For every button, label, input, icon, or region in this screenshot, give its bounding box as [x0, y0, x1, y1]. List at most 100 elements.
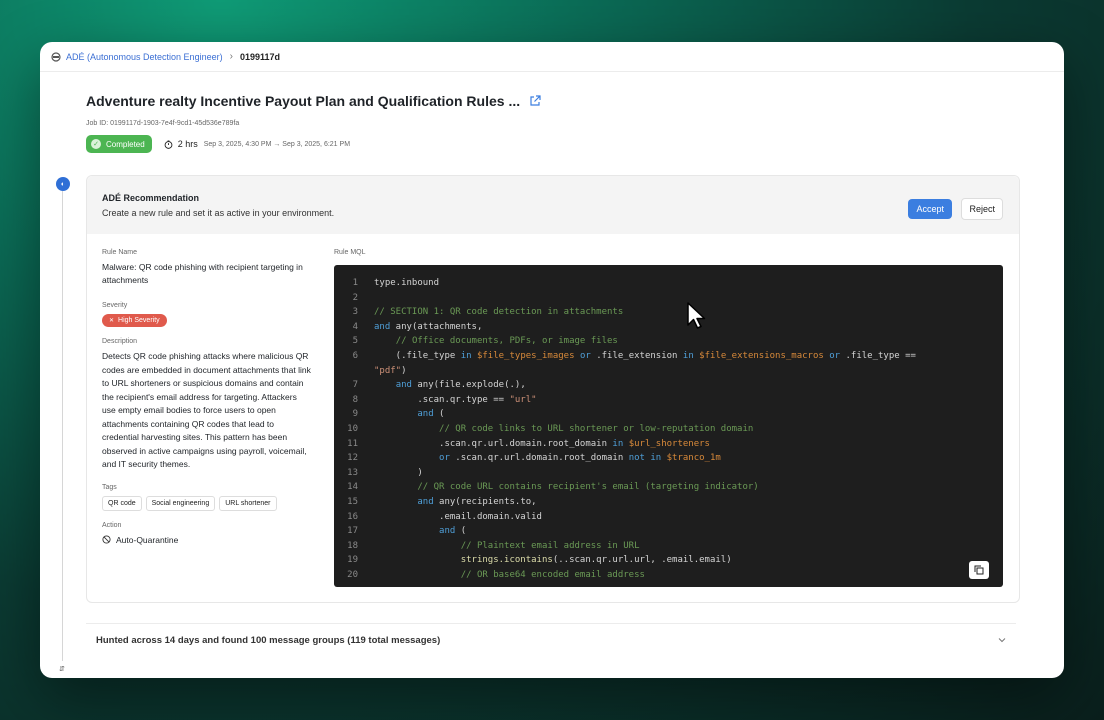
copy-icon	[974, 565, 984, 575]
line-number: 16	[347, 511, 358, 522]
code-line: 14 // QR code URL contains recipient's e…	[334, 482, 1003, 497]
code-line: 4 and any(attachments,	[334, 322, 1003, 337]
breadcrumb-current: 0199117d	[239, 51, 280, 62]
line-number: 4	[352, 321, 358, 332]
recommendation-title: ADÉ Recommendation	[102, 193, 200, 203]
chevron-right-icon: ›	[229, 51, 233, 62]
code-text: // QR code URL contains recipient's emai…	[417, 482, 759, 493]
line-number: 5	[352, 336, 358, 347]
timeline-step-icon: ◐	[56, 177, 70, 191]
check-icon: ✓	[91, 139, 101, 149]
chevron-down-icon[interactable]	[998, 636, 1006, 644]
code-text: or .scan.qr.url.domain.root_domain not i…	[439, 453, 721, 464]
tag-qr-code[interactable]: QR code	[102, 495, 142, 511]
code-text: and (	[439, 526, 467, 537]
line-number: 11	[347, 438, 358, 449]
code-line: 13 )	[334, 468, 1003, 483]
rule-mql-label: Rule MQL	[334, 249, 366, 256]
rule-details: Rule Name Malware: QR code phishing with…	[102, 249, 312, 545]
severity-label: Severity	[102, 302, 128, 309]
code-line: 12 or .scan.qr.url.domain.root_domain no…	[334, 453, 1003, 468]
code-line: 2	[334, 293, 1003, 308]
page-title: Adventure realty Incentive Payout Plan a…	[86, 93, 521, 109]
code-text: and any(file.explode(.),	[395, 380, 526, 391]
line-number: 20	[347, 569, 358, 580]
line-number: 13	[347, 467, 358, 478]
code-line: 5 // Office documents, PDFs, or image fi…	[334, 336, 1003, 351]
action-value: Auto-Quarantine	[116, 534, 179, 545]
recommendation-header: ADÉ Recommendation Create a new rule and…	[87, 176, 1019, 234]
code-text: // Office documents, PDFs, or image file…	[395, 336, 618, 347]
code-line: 18 // Plaintext email address in URL	[334, 541, 1003, 556]
code-line: 7 and any(file.explode(.),	[334, 380, 1003, 395]
action-label: Action	[102, 521, 122, 529]
accept-button[interactable]: Accept	[908, 199, 952, 219]
code-text: type.inbound	[374, 278, 440, 288]
rule-name-label: Rule Name	[102, 249, 138, 256]
line-number	[334, 366, 374, 381]
code-lines: 1 type.inbound 2 3 // SECTION 1: QR code det…	[334, 265, 1003, 584]
stopwatch-icon	[164, 139, 173, 149]
timeline-line	[62, 191, 63, 661]
status-label: Completed	[106, 139, 145, 149]
code-text: // Plaintext email address in URL	[460, 540, 640, 551]
app-window: ADÉ (Autonomous Detection Engineer) › 01…	[40, 42, 1064, 678]
code-text: .email.domain.valid	[374, 511, 542, 522]
line-number: 3	[352, 307, 358, 318]
code-line: 1 type.inbound	[334, 278, 1003, 293]
code-line: 6 (.file_type in $file_types_images or .…	[334, 351, 1003, 366]
code-line: 16 .email.domain.valid	[334, 512, 1003, 527]
hunt-summary-row[interactable]: Hunted across 14 days and found 100 mess…	[86, 623, 1016, 657]
recommendation-card: ADÉ Recommendation Create a new rule and…	[86, 175, 1020, 603]
code-line: 8 .scan.qr.type == "url"	[334, 395, 1003, 410]
line-number: 18	[347, 540, 358, 551]
line-number: 2	[352, 292, 358, 303]
code-line: 20 // OR base64 encoded email address	[334, 570, 1003, 585]
code-line: 9 and (	[334, 409, 1003, 424]
line-number: 9	[352, 409, 358, 420]
line-number: 19	[347, 555, 358, 566]
breadcrumb: ADÉ (Autonomous Detection Engineer) › 01…	[40, 42, 1064, 72]
status-badge: ✓ Completed	[86, 135, 152, 153]
line-number: 17	[347, 526, 358, 537]
line-number: 15	[347, 496, 358, 507]
job-content: Adventure realty Incentive Payout Plan a…	[40, 73, 1064, 678]
hunt-summary: Hunted across 14 days and found 100 mess…	[96, 635, 441, 646]
tag-url-shortener[interactable]: URL shortener	[219, 495, 277, 511]
copy-button[interactable]	[969, 561, 989, 579]
ade-logo-icon	[51, 51, 61, 62]
line-number: 8	[352, 394, 358, 405]
tag-social-engineering[interactable]: Social engineering	[145, 495, 216, 511]
duration-value: 2 hrs	[177, 139, 198, 149]
code-text: "pdf")	[374, 365, 407, 376]
rule-description: Detects QR code phishing attacks where m…	[102, 351, 311, 469]
line-number: 6	[352, 350, 358, 361]
code-line: "pdf")	[334, 366, 1003, 381]
reject-button[interactable]: Reject	[961, 198, 1003, 220]
code-text: .scan.qr.type == "url"	[374, 394, 537, 405]
description-label: Description	[102, 338, 138, 345]
breadcrumb-app-link[interactable]: ADÉ (Autonomous Detection Engineer)	[66, 52, 223, 62]
code-text: (.file_type in $file_types_images or .fi…	[374, 350, 916, 361]
mouse-cursor-icon	[687, 302, 706, 329]
code-text: strings.icontains(..scan.qr.url.url, .em…	[460, 555, 732, 566]
tags-label: Tags	[102, 483, 117, 491]
external-link-icon[interactable]	[529, 95, 541, 107]
line-number: 1	[352, 278, 358, 288]
code-line: 19 strings.icontains(..scan.qr.url.url, …	[334, 555, 1003, 570]
quarantine-icon	[102, 535, 111, 544]
code-line: 15 and any(recipients.to,	[334, 497, 1003, 512]
severity-icon: ✕	[109, 318, 115, 324]
code-text: // SECTION 1: QR code detection in attac…	[374, 307, 624, 318]
code-line: 11 .scan.qr.url.domain.root_domain in $u…	[334, 439, 1003, 454]
code-text: and any(recipients.to,	[417, 496, 537, 507]
code-text: // OR base64 encoded email address	[460, 569, 645, 580]
code-line: 3 // SECTION 1: QR code detection in atta…	[334, 307, 1003, 322]
recommendation-subtitle: Create a new rule and set it as active i…	[102, 208, 335, 218]
code-editor[interactable]: 1 type.inbound 2 3 // SECTION 1: QR code det…	[334, 265, 1003, 587]
tag-list: QR code Social engineering URL shortener	[102, 495, 312, 511]
line-number: 14	[347, 482, 358, 493]
code-line: 10 // QR code links to URL shortener or …	[334, 424, 1003, 439]
code-text: and any(attachments,	[374, 321, 483, 332]
code-text: .scan.qr.url.domain.root_domain in $url_…	[374, 438, 710, 449]
